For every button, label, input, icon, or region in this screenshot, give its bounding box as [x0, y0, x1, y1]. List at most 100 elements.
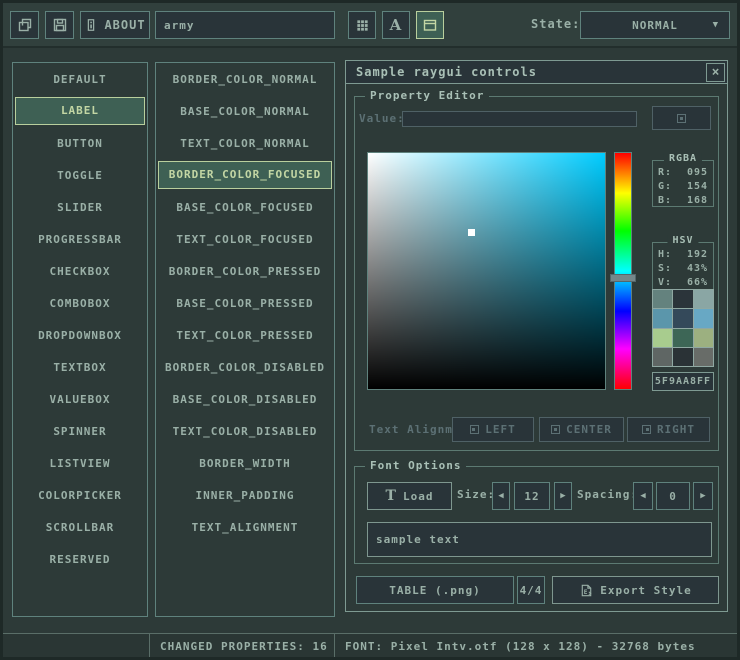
hsv-group-label: HSV: [667, 235, 698, 246]
style-name-input[interactable]: [155, 11, 335, 39]
control-item-valuebox[interactable]: VALUEBOX: [15, 383, 145, 415]
control-item-spinner[interactable]: SPINNER: [15, 415, 145, 447]
mini-window-icon: [677, 114, 686, 123]
hsv-hue-row: H: 192: [653, 248, 713, 262]
color-swatch[interactable]: [653, 329, 672, 347]
controls-mode-button[interactable]: [416, 11, 444, 39]
svg-text:E: E: [584, 588, 589, 595]
close-icon: ×: [712, 65, 720, 80]
align-right-button[interactable]: RIGHT: [627, 417, 710, 442]
value-hsv-value: 66%: [687, 276, 708, 290]
statusbar-changed-properties: CHANGED PROPERTIES: 16: [149, 633, 335, 660]
color-swatch[interactable]: [653, 309, 672, 327]
control-item-slider[interactable]: SLIDER: [15, 191, 145, 223]
control-item-combobox[interactable]: COMBOBOX: [15, 287, 145, 319]
color-swatch[interactable]: [694, 348, 713, 366]
sample-window-title: Sample raygui controls: [356, 65, 537, 79]
load-font-button[interactable]: T Load: [367, 482, 452, 510]
property-item[interactable]: BASE_COLOR_NORMAL: [158, 95, 332, 127]
align-center-label: CENTER: [566, 423, 612, 436]
color-swatch[interactable]: [694, 309, 713, 327]
control-item-dropdownbox[interactable]: DROPDOWNBOX: [15, 319, 145, 351]
table-png-label: TABLE (.png): [389, 584, 480, 597]
about-button[interactable]: ABOUT: [80, 11, 150, 39]
table-png-button[interactable]: TABLE (.png): [356, 576, 514, 604]
controls-list: DEFAULT LABEL BUTTON TOGGLE SLIDER PROGR…: [12, 62, 148, 617]
color-swatch[interactable]: [673, 309, 692, 327]
control-item-checkbox[interactable]: CHECKBOX: [15, 255, 145, 287]
load-button-label: Load: [403, 490, 434, 503]
control-item-reserved[interactable]: RESERVED: [15, 543, 145, 575]
property-item[interactable]: TEXT_COLOR_FOCUSED: [158, 223, 332, 255]
arrow-right-icon: ▶: [560, 491, 565, 501]
property-item[interactable]: TEXT_COLOR_NORMAL: [158, 127, 332, 159]
property-item[interactable]: TEXT_COLOR_DISABLED: [158, 415, 332, 447]
spacing-increment-button[interactable]: ▶: [693, 482, 713, 510]
property-item[interactable]: INNER_PADDING: [158, 479, 332, 511]
color-cursor[interactable]: [468, 229, 475, 236]
hue-slider-handle[interactable]: [610, 274, 636, 282]
close-button[interactable]: ×: [706, 63, 725, 82]
control-item-button[interactable]: BUTTON: [15, 127, 145, 159]
hue-label: H:: [658, 248, 672, 262]
control-item-colorpicker[interactable]: COLORPICKER: [15, 479, 145, 511]
color-swatch[interactable]: [694, 329, 713, 347]
property-item[interactable]: TEXT_COLOR_PRESSED: [158, 319, 332, 351]
property-item[interactable]: BASE_COLOR_DISABLED: [158, 383, 332, 415]
grid-icon: [355, 18, 370, 33]
state-dropdown[interactable]: NORMAL ▼: [580, 11, 730, 39]
property-item[interactable]: BASE_COLOR_FOCUSED: [158, 191, 332, 223]
property-item-selected[interactable]: BORDER_COLOR_FOCUSED: [158, 161, 332, 189]
control-item-progressbar[interactable]: PROGRESSBAR: [15, 223, 145, 255]
align-left-button[interactable]: LEFT: [452, 417, 534, 442]
align-right-icon: [642, 425, 651, 434]
arrow-right-icon: ▶: [700, 491, 705, 501]
property-item[interactable]: BORDER_COLOR_PRESSED: [158, 255, 332, 287]
green-value: 154: [687, 180, 708, 194]
hue-slider[interactable]: [614, 152, 632, 390]
color-saturation-value-panel[interactable]: [367, 152, 606, 390]
open-style-button[interactable]: [10, 11, 39, 39]
pages-value-box[interactable]: 4/4: [517, 576, 545, 604]
sample-text-input[interactable]: [367, 522, 712, 557]
size-increment-button[interactable]: ▶: [554, 482, 572, 510]
control-item-label[interactable]: LABEL: [15, 97, 145, 125]
font-options-group-label: Font Options: [365, 459, 466, 472]
control-item-toggle[interactable]: TOGGLE: [15, 159, 145, 191]
export-icon: E: [579, 583, 594, 598]
align-center-icon: [551, 425, 560, 434]
value-window-button[interactable]: [652, 106, 711, 130]
save-style-button[interactable]: [45, 11, 74, 39]
property-item[interactable]: BORDER_COLOR_NORMAL: [158, 63, 332, 95]
export-style-button[interactable]: E Export Style: [552, 576, 719, 604]
color-swatch[interactable]: [694, 290, 713, 308]
about-button-label: ABOUT: [104, 18, 145, 32]
property-item[interactable]: TEXT_ALIGNMENT: [158, 511, 332, 543]
property-item[interactable]: BASE_COLOR_PRESSED: [158, 287, 332, 319]
color-swatch[interactable]: [673, 348, 692, 366]
size-value-box[interactable]: 12: [514, 482, 550, 510]
property-item[interactable]: BORDER_WIDTH: [158, 447, 332, 479]
control-item-textbox[interactable]: TEXTBOX: [15, 351, 145, 383]
property-item[interactable]: BORDER_COLOR_DISABLED: [158, 351, 332, 383]
spacing-decrement-button[interactable]: ◀: [633, 482, 653, 510]
size-decrement-button[interactable]: ◀: [492, 482, 510, 510]
control-item-scrollbar[interactable]: SCROLLBAR: [15, 511, 145, 543]
control-item-listview[interactable]: LISTVIEW: [15, 447, 145, 479]
sample-window-titlebar[interactable]: Sample raygui controls: [346, 61, 727, 84]
arrow-left-icon: ◀: [640, 491, 645, 501]
color-swatch[interactable]: [653, 348, 672, 366]
value-input[interactable]: [402, 111, 637, 127]
sample-controls-window: Sample raygui controls × Property Editor…: [345, 60, 728, 612]
spacing-value-box[interactable]: 0: [656, 482, 690, 510]
color-swatch[interactable]: [653, 290, 672, 308]
color-swatch[interactable]: [673, 329, 692, 347]
hex-color-input[interactable]: 5F9AA8FF: [652, 372, 714, 391]
control-item-default[interactable]: DEFAULT: [15, 63, 145, 95]
font-mode-button[interactable]: A: [382, 11, 410, 39]
color-swatch[interactable]: [673, 290, 692, 308]
grid-mode-button[interactable]: [348, 11, 376, 39]
blue-value: 168: [687, 194, 708, 208]
color-swatch-grid: [652, 289, 714, 367]
align-center-button[interactable]: CENTER: [539, 417, 624, 442]
